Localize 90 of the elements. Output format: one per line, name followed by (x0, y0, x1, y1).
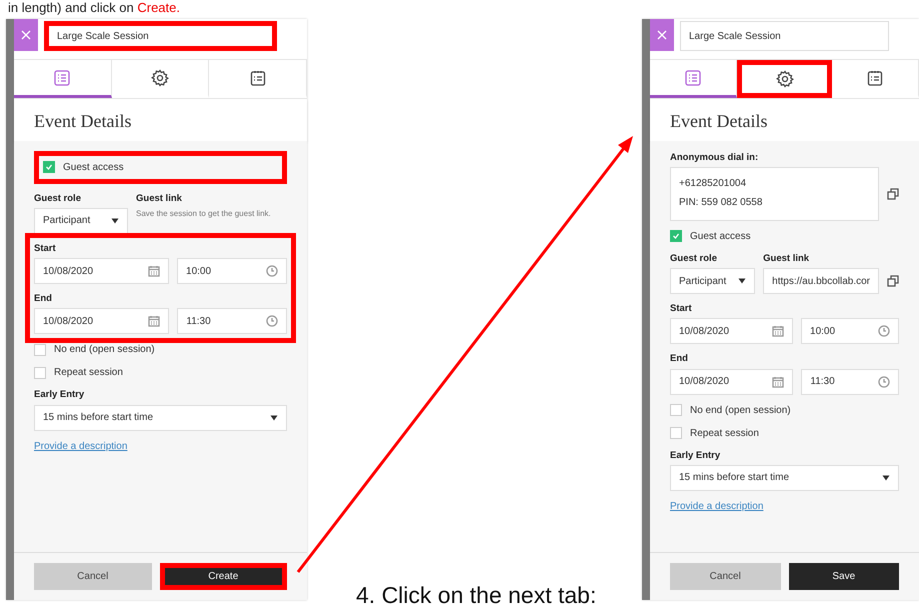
field-value: 10/08/2020 (43, 264, 94, 279)
close-icon (21, 30, 31, 40)
clipboard-icon (248, 68, 267, 86)
checkbox[interactable] (670, 427, 682, 440)
field-label: Guest link (763, 252, 810, 266)
step-text: 4. Click on the next tab: (356, 581, 596, 608)
field-label: End (34, 292, 53, 306)
caret-icon (738, 278, 746, 284)
close-button[interactable] (14, 19, 38, 51)
checkbox-label: No end (open session) (690, 404, 791, 418)
clock-icon (266, 315, 278, 328)
caret-icon (111, 218, 119, 224)
tab[interactable] (736, 60, 832, 98)
field-label: Early Entry (34, 388, 86, 402)
checkbox-label: Repeat session (690, 426, 759, 441)
early-entry-select[interactable]: 15 mins before start time (670, 464, 899, 491)
field-label: Start (670, 302, 693, 316)
primary-button[interactable]: Save (788, 563, 899, 590)
role-select[interactable]: Participant (670, 268, 756, 294)
caret-icon (882, 474, 890, 481)
dial-in-line: PIN: 559 082 0558 (679, 196, 764, 210)
close-icon (657, 30, 667, 40)
field-value: 10/08/2020 (43, 314, 94, 329)
checkbox-label: Repeat session (54, 366, 123, 380)
field-value: 10/08/2020 (679, 375, 730, 390)
field-label: Early Entry (670, 448, 722, 463)
field-value: 10:00 (186, 264, 212, 279)
clipboard-icon (866, 68, 884, 86)
early-entry-select[interactable]: 15 mins before start time (34, 404, 287, 431)
time-field[interactable]: 10:00 (177, 258, 287, 284)
time-field[interactable]: 11:30 (801, 368, 900, 395)
list-icon (53, 68, 72, 86)
checkbox[interactable] (43, 161, 55, 174)
calendar-icon (772, 376, 784, 388)
panel-heading: Event Details (650, 99, 919, 141)
select-value: Participant (43, 214, 90, 228)
check-icon (672, 232, 680, 240)
clock-icon (878, 325, 890, 338)
instruction-text: in length) and click on Create. (8, 0, 180, 15)
checkbox[interactable] (670, 404, 682, 416)
checkbox[interactable] (34, 366, 46, 379)
time-field[interactable]: 10:00 (801, 318, 899, 344)
checkbox-label: Guest access (63, 160, 124, 175)
select-value: 15 mins before start time (679, 471, 790, 486)
secondary-button[interactable]: Cancel (34, 563, 152, 590)
checkbox[interactable] (670, 230, 682, 242)
date-field[interactable]: 10/08/2020 (34, 258, 170, 284)
role-select[interactable]: Participant (34, 208, 128, 234)
field-value: 11:30 (810, 375, 835, 390)
description-link[interactable]: Provide a description (34, 440, 128, 452)
select-value: 15 mins before start time (43, 411, 154, 426)
date-field[interactable]: 10/08/2020 (34, 308, 170, 334)
secondary-button[interactable]: Cancel (670, 563, 780, 590)
date-field[interactable]: 10/08/2020 (670, 368, 794, 395)
calendar-icon (148, 265, 160, 278)
field-label: End (670, 352, 689, 366)
calendar-icon (148, 315, 160, 328)
time-field[interactable]: 11:30 (177, 308, 288, 334)
list-icon (684, 68, 702, 86)
title-field[interactable]: Large Scale Session (44, 21, 277, 51)
link-field[interactable]: https://au.bbcollab.cor (763, 268, 879, 294)
check-icon (45, 163, 53, 172)
field-value: 10/08/2020 (679, 324, 730, 339)
copy-icon (887, 275, 899, 288)
settings-icon (776, 70, 794, 88)
field-label: Guest role (670, 252, 718, 266)
field-value: 10:00 (810, 324, 836, 339)
copy-icon (887, 188, 899, 200)
field-label: Start (34, 242, 57, 256)
primary-button[interactable]: Create (160, 563, 287, 590)
panel-heading: Event Details (14, 99, 307, 141)
checkbox-label: Guest access (690, 230, 751, 244)
close-button[interactable] (650, 19, 674, 51)
title-field[interactable]: Large Scale Session (680, 21, 889, 51)
date-field[interactable]: 10/08/2020 (670, 318, 794, 344)
select-value: Participant (679, 274, 726, 289)
field-label: Guest role (34, 192, 82, 206)
checkbox-label: No end (open session) (54, 343, 155, 358)
field-label: Anonymous dial in: (670, 150, 760, 165)
field-label: Guest link (136, 192, 183, 206)
settings-icon (151, 68, 169, 86)
description-link[interactable]: Provide a description (670, 500, 764, 512)
checkbox[interactable] (34, 344, 46, 356)
clock-icon (266, 265, 278, 278)
dial-in-line: +61285201004 (679, 176, 748, 191)
caret-icon (270, 414, 278, 421)
calendar-icon (772, 325, 784, 338)
hint-text: Save the session to get the guest link. (136, 208, 272, 220)
clock-icon (878, 376, 890, 388)
field-value: 11:30 (186, 314, 211, 329)
